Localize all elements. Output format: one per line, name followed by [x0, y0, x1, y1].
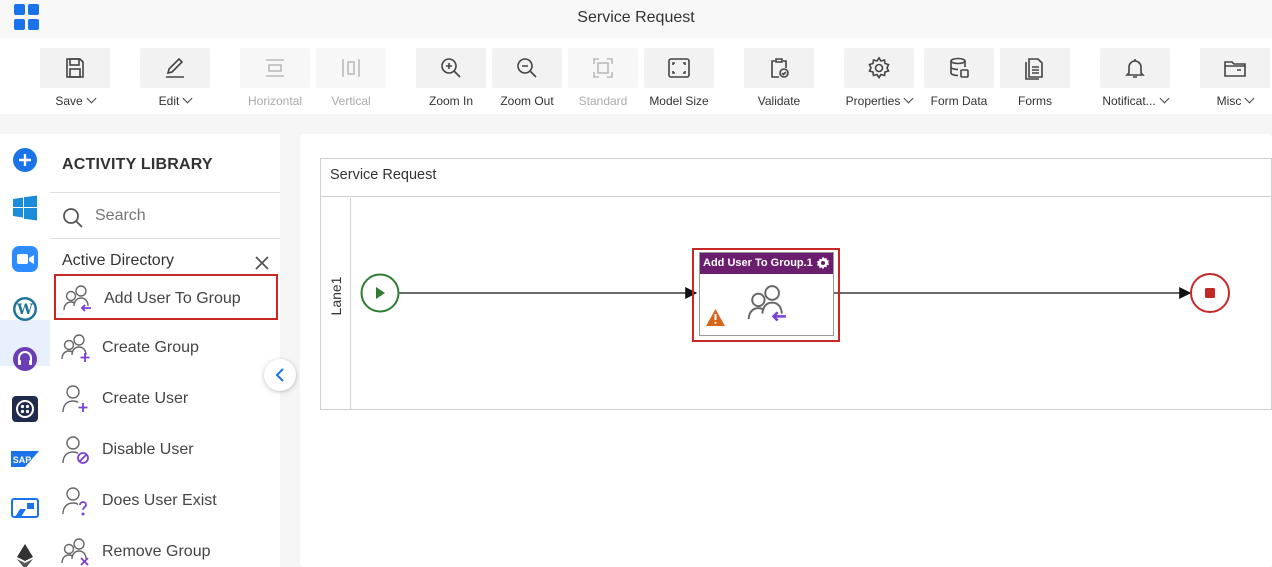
process-canvas[interactable]: Service Request Lane1 Add User To Group.… [300, 134, 1272, 567]
validate-button[interactable]: Validate [744, 48, 814, 110]
vertical-button[interactable]: Vertical [316, 48, 386, 110]
warning-icon [706, 309, 725, 326]
svg-text:SAP: SAP [13, 455, 32, 465]
sap-icon[interactable]: SAP [10, 444, 40, 474]
stop-icon [1205, 288, 1215, 298]
twilio-icon[interactable] [10, 394, 40, 424]
save-button[interactable]: Save [40, 48, 110, 110]
end-event[interactable] [1190, 273, 1230, 313]
activity-node[interactable]: Add User To Group.1 [699, 252, 834, 336]
zoom-app-icon[interactable] [10, 244, 40, 274]
library-item-create-user[interactable]: Create User [54, 376, 278, 422]
wordpress-icon[interactable]: W [10, 294, 40, 324]
ethereum-icon[interactable] [10, 541, 40, 567]
activity-title: Add User To Group.1 [703, 257, 813, 269]
folder-icon [1200, 48, 1270, 88]
library-title: ACTIVITY LIBRARY [62, 156, 213, 173]
library-item-disable-user[interactable]: Disable User [54, 427, 278, 473]
gear-icon [844, 48, 914, 88]
windows-icon[interactable] [10, 193, 40, 223]
start-event[interactable] [360, 273, 400, 313]
forms-icon [1000, 48, 1070, 88]
divider [50, 238, 280, 239]
divider [50, 192, 280, 193]
create-group-icon [61, 334, 90, 362]
vertical-icon [316, 48, 386, 88]
form-data-button[interactable]: Form Data [924, 48, 994, 110]
bell-icon [1100, 48, 1170, 88]
chevron-down-icon [1159, 93, 1170, 104]
activity-header: Add User To Group.1 [700, 253, 833, 274]
create-user-icon [62, 385, 88, 413]
power-automate-icon[interactable] [10, 494, 40, 524]
forms-button[interactable]: Forms [1000, 48, 1070, 110]
search-icon [63, 208, 83, 228]
zoom-out-button[interactable]: Zoom Out [492, 48, 562, 110]
activity-node-selected[interactable]: Add User To Group.1 [692, 248, 840, 342]
add-user-to-group-icon [747, 285, 786, 322]
validate-icon [744, 48, 814, 88]
collapse-panel-button[interactable] [264, 359, 296, 391]
does-user-exist-icon [62, 487, 87, 516]
model-size-icon [644, 48, 714, 88]
standard-icon [568, 48, 638, 88]
edit-button[interactable]: Edit [140, 48, 210, 110]
chevron-down-icon [182, 93, 193, 104]
close-icon[interactable] [254, 255, 270, 271]
horizontal-icon [240, 48, 310, 88]
connector-rail: W SAP [0, 134, 50, 567]
library-item-does-user-exist[interactable]: Does User Exist [54, 478, 278, 524]
app-title: Service Request [577, 9, 695, 26]
misc-button[interactable]: Misc [1200, 48, 1270, 110]
chevron-left-icon [275, 368, 284, 382]
chevron-down-icon [903, 93, 914, 104]
add-user-to-group-icon [63, 285, 91, 312]
notifications-button[interactable]: Notificat... [1100, 48, 1170, 110]
horizontal-button[interactable]: Horizontal [240, 48, 310, 110]
zoom-in-button[interactable]: Zoom In [416, 48, 486, 110]
edit-icon [140, 48, 210, 88]
library-item-add-user-to-group[interactable]: Add User To Group [54, 274, 278, 320]
category-title: Active Directory [62, 252, 175, 269]
library-item-create-group[interactable]: Create Group [54, 325, 278, 371]
database-icon [924, 48, 994, 88]
library-search [62, 206, 262, 230]
add-icon[interactable] [10, 145, 40, 175]
disable-user-icon [62, 436, 89, 464]
activity-library-panel: ACTIVITY LIBRARY Active Directory Add Us… [50, 134, 280, 567]
model-size-button[interactable]: Model Size [644, 48, 714, 110]
chevron-down-icon [1244, 93, 1255, 104]
gear-icon[interactable] [816, 256, 830, 270]
headset-icon[interactable] [10, 344, 40, 374]
svg-text:W: W [16, 302, 33, 318]
zoom-in-icon [416, 48, 486, 88]
search-input[interactable] [95, 207, 255, 225]
chevron-down-icon [86, 93, 97, 104]
library-item-remove-group[interactable]: Remove Group [54, 529, 278, 567]
standard-button[interactable]: Standard [568, 48, 638, 110]
zoom-out-icon [492, 48, 562, 88]
remove-group-icon [61, 538, 89, 566]
toolbar: Save Edit Horizontal Vertical Zoom In Zo… [0, 38, 1272, 114]
title-bar: Service Request [0, 0, 1272, 38]
properties-button[interactable]: Properties [844, 48, 914, 110]
save-icon [40, 48, 110, 88]
